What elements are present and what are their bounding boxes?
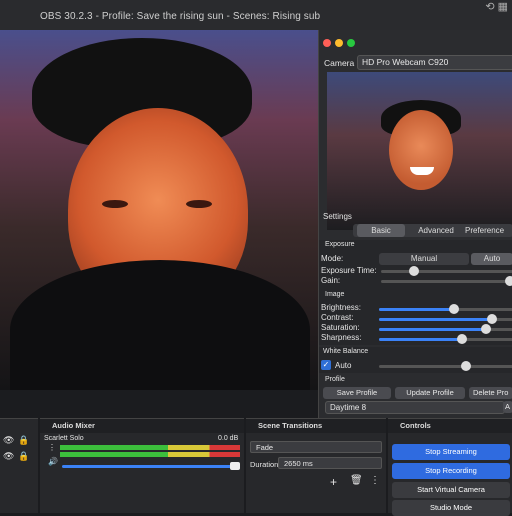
more-icon[interactable]: ⋮: [370, 475, 380, 486]
white-balance-heading: White Balance: [323, 348, 369, 355]
title-bar: OBS 30.2.3 - Profile: Save the rising su…: [0, 0, 512, 30]
camera-preview-face: [389, 110, 453, 190]
exposure-time-label: Exposure Time:: [321, 266, 377, 275]
sharpness-slider[interactable]: [379, 334, 512, 344]
camera-preview: [327, 72, 512, 230]
close-button[interactable]: [323, 39, 331, 47]
audio-meter-top: [60, 445, 240, 450]
saturation-label: Saturation:: [321, 323, 360, 332]
camera-settings-dialog: Camera HD Pro Webcam C920 Settings Basic…: [318, 30, 512, 418]
sharpness-label: Sharpness:: [321, 333, 362, 342]
rotate-icon[interactable]: ⟲: [485, 1, 494, 13]
transition-select[interactable]: Fade: [250, 441, 382, 453]
duration-label: Duration: [250, 460, 279, 469]
audio-volume-slider[interactable]: [62, 462, 240, 470]
gain-knob[interactable]: [505, 276, 512, 286]
brightness-fill: [379, 308, 455, 311]
zoom-button[interactable]: [347, 39, 355, 47]
speaker-icon[interactable]: 🔊: [48, 457, 58, 466]
window-title: OBS 30.2.3 - Profile: Save the rising su…: [40, 11, 321, 22]
image-heading: Image: [325, 291, 345, 298]
audio-source-name: Scarlett Solo: [44, 435, 84, 442]
mode-auto[interactable]: Auto: [471, 253, 512, 265]
title-bar-icons: ⟲ ▦: [485, 0, 508, 13]
settings-tabs: Basic Advanced Preference: [353, 224, 512, 237]
contrast-slider[interactable]: [379, 314, 512, 324]
image-group: Image Brightness: Contrast: Saturation: …: [319, 290, 512, 345]
main-preview: [0, 30, 318, 390]
auto-label: Auto: [335, 361, 352, 370]
audio-mixer-dock: Audio Mixer Scarlett Solo 0.0 dB ⋮ 🔊: [40, 418, 244, 513]
grid-icon[interactable]: ▦: [498, 1, 508, 13]
stop-recording-button[interactable]: Stop Recording: [392, 463, 510, 479]
lock-icon[interactable]: 🔒: [18, 435, 29, 446]
saturation-knob[interactable]: [481, 324, 492, 334]
profile-extra-button[interactable]: A: [503, 401, 512, 413]
preview-eye-right: [186, 200, 212, 208]
preview-body: [10, 260, 310, 390]
duration-input[interactable]: 2650 ms: [278, 457, 382, 469]
gain-label: Gain:: [321, 276, 341, 285]
exposure-heading: Exposure: [325, 241, 355, 248]
trash-icon[interactable]: 🗑: [350, 475, 363, 486]
sharpness-knob[interactable]: [457, 334, 468, 344]
audio-db-value: 0.0 dB: [218, 435, 239, 442]
mode-manual[interactable]: Manual: [379, 253, 469, 265]
sharpness-fill: [379, 338, 463, 341]
white-balance-knob[interactable]: [461, 361, 471, 371]
lock-icon[interactable]: 🔒: [18, 451, 29, 462]
brightness-slider[interactable]: [379, 304, 512, 314]
delete-profile-button[interactable]: Delete Pro: [469, 387, 512, 399]
gain-slider[interactable]: [381, 276, 512, 286]
white-balance-group: White Balance ✓ Auto: [319, 347, 512, 373]
stop-streaming-button[interactable]: Stop Streaming: [392, 444, 510, 460]
brightness-knob[interactable]: [449, 304, 460, 314]
tab-preference[interactable]: Preference: [465, 224, 512, 237]
settings-label: Settings: [323, 212, 352, 221]
contrast-knob[interactable]: [486, 314, 497, 324]
camera-select[interactable]: HD Pro Webcam C920: [357, 55, 512, 70]
camera-label: Camera: [324, 58, 355, 68]
sources-dock: 👁 🔒 👁 🔒: [0, 418, 38, 513]
contrast-fill: [379, 318, 492, 321]
exposure-group: Exposure Mode: Manual Auto Exposure Time…: [319, 240, 512, 290]
profile-heading: Profile: [325, 376, 345, 383]
saturation-slider[interactable]: [379, 324, 512, 334]
window-controls: [323, 34, 359, 52]
tab-advanced[interactable]: Advanced: [411, 224, 461, 237]
white-balance-slider[interactable]: [379, 361, 512, 371]
minimize-button[interactable]: [335, 39, 343, 47]
studio-mode-button[interactable]: Studio Mode: [392, 500, 510, 516]
exposure-time-knob[interactable]: [409, 266, 419, 276]
save-profile-button[interactable]: Save Profile: [323, 387, 391, 399]
eye-icon[interactable]: 👁: [3, 451, 14, 462]
audio-volume-knob[interactable]: [230, 462, 240, 470]
mode-label: Mode:: [321, 254, 344, 263]
scene-transitions-dock: Scene Transitions Fade Duration 2650 ms …: [246, 418, 386, 513]
audio-meter-bottom: [60, 452, 240, 457]
saturation-fill: [379, 328, 487, 331]
start-virtual-camera-button[interactable]: Start Virtual Camera: [392, 482, 510, 498]
profile-select[interactable]: Daytime 8: [325, 401, 505, 414]
scene-transitions-title: Scene Transitions: [246, 419, 386, 433]
auto-checkbox[interactable]: ✓: [321, 360, 331, 370]
preview-eye-left: [102, 200, 128, 208]
brightness-label: Brightness:: [321, 303, 362, 312]
update-profile-button[interactable]: Update Profile: [395, 387, 465, 399]
exposure-time-slider[interactable]: [381, 266, 512, 276]
contrast-label: Contrast:: [321, 313, 354, 322]
eye-icon[interactable]: 👁: [3, 435, 14, 446]
tab-basic[interactable]: Basic: [357, 224, 405, 237]
controls-title: Controls: [388, 419, 512, 433]
add-transition-icon[interactable]: +: [330, 475, 337, 489]
audio-mixer-title: Audio Mixer: [40, 419, 244, 433]
audio-menu-icon[interactable]: ⋮: [48, 443, 56, 452]
